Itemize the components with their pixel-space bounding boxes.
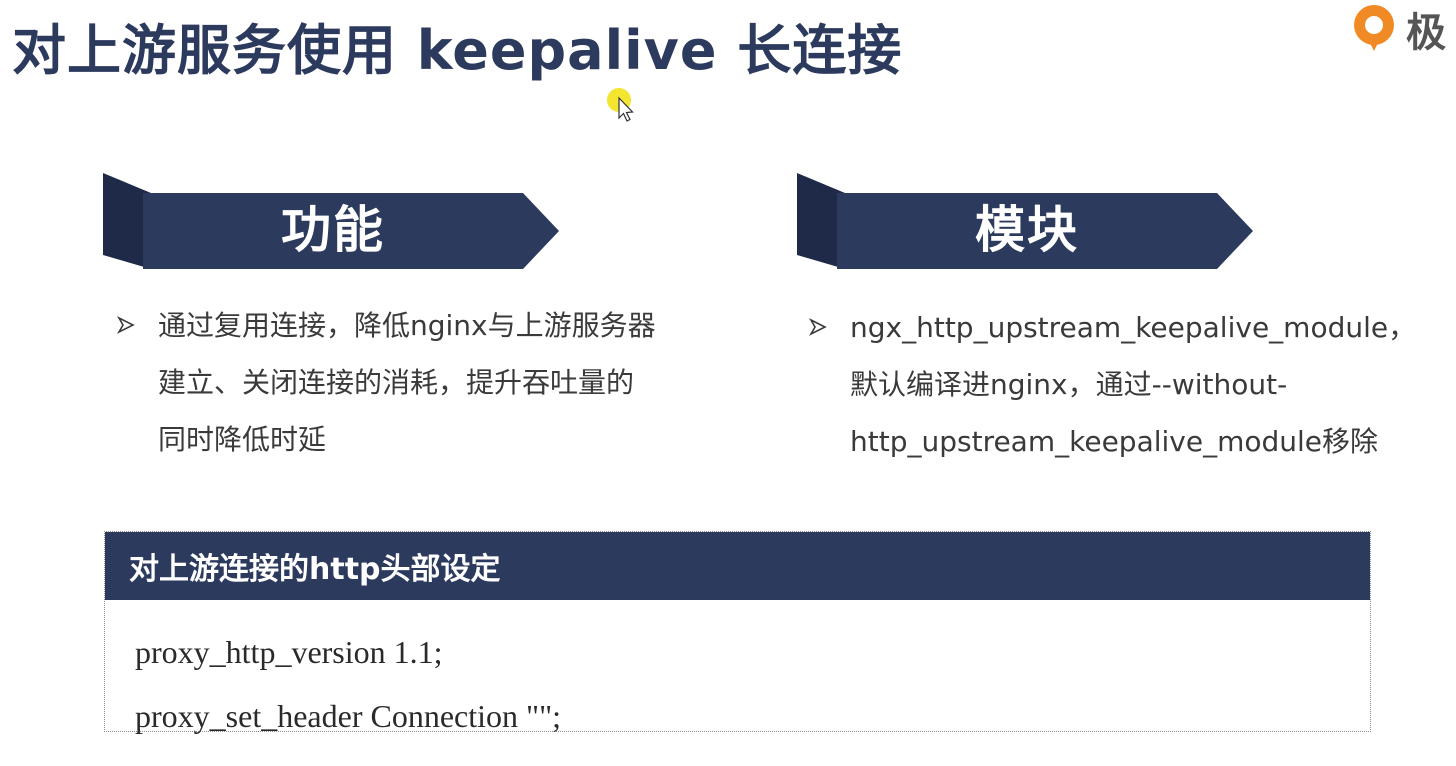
module-bullet: ngx_http_upstream_keepalive_module， 默认编译… <box>808 299 1454 470</box>
function-heading: 功能 <box>281 201 385 259</box>
module-line: 默认编译进nginx，通过--without- <box>850 368 1288 401</box>
mouse-pointer-icon <box>604 88 638 132</box>
geekbang-logo-icon <box>1348 1 1400 57</box>
function-line: 通过复用连接，降低nginx与上游服务器 <box>158 309 656 342</box>
code-snippet: proxy_http_version 1.1; proxy_set_header… <box>105 600 1370 748</box>
module-line: http_upstream_keepalive_module移除 <box>850 425 1379 458</box>
function-banner: 功能 <box>103 173 563 269</box>
bullet-arrow-icon <box>116 297 138 468</box>
http-header-settings-heading: 对上游连接的http头部设定 <box>105 532 1370 600</box>
logo-text: 极 <box>1406 10 1446 56</box>
module-heading: 模块 <box>975 201 1079 259</box>
brand-logo: 极 <box>1348 0 1446 58</box>
slide-title: 对上游服务使用 keepalive 长连接 <box>12 19 903 82</box>
function-line: 建立、关闭连接的消耗，提升吞吐量的 <box>158 366 635 399</box>
bullet-arrow-icon <box>808 299 830 470</box>
module-banner: 模块 <box>797 173 1257 269</box>
code-line: proxy_set_header Connection ""; <box>135 698 562 734</box>
function-line: 同时降低时延 <box>158 423 327 456</box>
module-line: ngx_http_upstream_keepalive_module， <box>850 311 1417 344</box>
function-bullet: 通过复用连接，降低nginx与上游服务器 建立、关闭连接的消耗，提升吞吐量的 同… <box>116 297 756 468</box>
code-line: proxy_http_version 1.1; <box>135 634 443 670</box>
http-header-settings-box: 对上游连接的http头部设定 proxy_http_version 1.1; p… <box>104 531 1371 734</box>
